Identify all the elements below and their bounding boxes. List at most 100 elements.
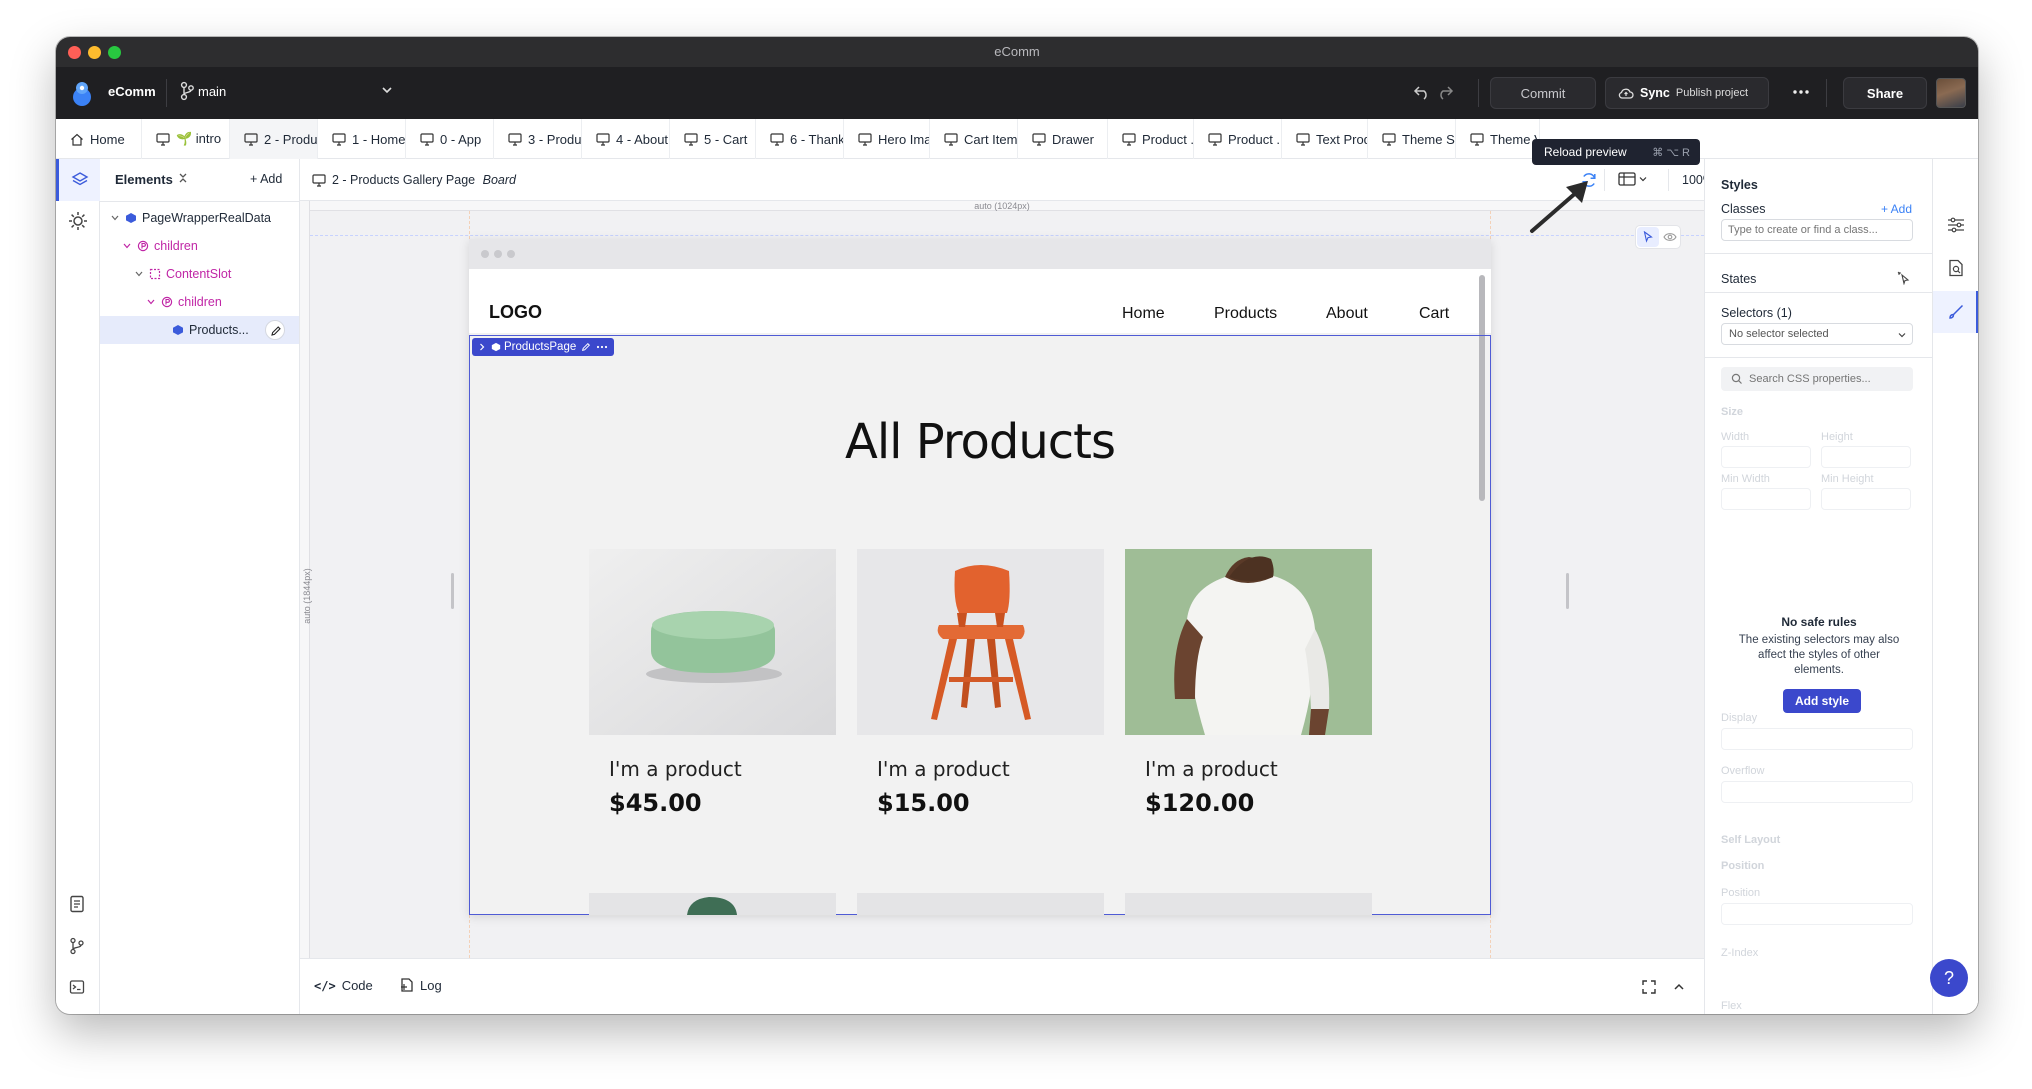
chevron-down-icon[interactable] (134, 269, 144, 279)
ghost-position-field (1721, 903, 1913, 925)
ghost-z-index-label: Z-Index (1721, 947, 1759, 959)
undo-icon[interactable] (1413, 83, 1431, 104)
cursor-click-icon[interactable] (1897, 271, 1911, 285)
add-class-button[interactable]: + Add (1881, 202, 1912, 216)
product-price: $15.00 (877, 789, 970, 817)
more-options-icon[interactable] (596, 342, 608, 352)
nav-link-about[interactable]: About (1326, 305, 1368, 323)
tab-12[interactable]: Product ... (1108, 119, 1194, 159)
chevron-down-icon[interactable] (146, 297, 156, 307)
pencil-icon[interactable] (581, 342, 591, 352)
select-mode-button[interactable] (1637, 227, 1659, 247)
tree-item-children[interactable]: children (100, 288, 299, 316)
branch-name[interactable]: main (198, 84, 226, 99)
code-tab[interactable]: </> Code (314, 978, 373, 993)
tab-8[interactable]: 6 - Thank ... (756, 119, 844, 159)
toolbar-divider (1604, 169, 1605, 191)
component-settings-icon[interactable] (66, 209, 90, 233)
user-avatar[interactable] (1936, 78, 1966, 108)
class-input[interactable] (1721, 219, 1913, 241)
product-image[interactable] (1125, 549, 1372, 735)
tree-item-pagewrapper[interactable]: PageWrapperRealData (100, 204, 299, 232)
terminal-icon[interactable] (69, 979, 85, 998)
tab-0[interactable]: Home (56, 119, 142, 159)
design-canvas[interactable]: auto (1024px) auto (1844px) LOGO Home Pr… (300, 201, 1704, 958)
css-search-input[interactable] (1749, 370, 1907, 388)
tab-label: 3 - Produ... (528, 131, 582, 147)
right-rail (1932, 159, 1978, 1014)
board-icon (508, 132, 522, 146)
component-icon (126, 213, 136, 223)
tree-item-products-selected[interactable]: Products... (100, 316, 299, 344)
annotation-arrow-icon (1530, 181, 1588, 233)
log-tab[interactable]: Log (400, 977, 442, 993)
tab-13[interactable]: Product ... (1194, 119, 1282, 159)
tab-4[interactable]: 0 - App (406, 119, 494, 159)
styles-tab[interactable] (1933, 291, 1978, 333)
chevron-down-icon[interactable] (122, 241, 132, 251)
tab-16[interactable]: Theme V... (1456, 119, 1540, 159)
branch-chevron-down-icon[interactable] (380, 83, 394, 100)
css-search-field[interactable] (1721, 367, 1913, 391)
tab-7[interactable]: 5 - Cart (670, 119, 756, 159)
tab-3[interactable]: 1 - Home ... (318, 119, 406, 159)
collapse-icon[interactable] (178, 171, 188, 188)
tooltip-shortcut: ⌘ ⌥ R (1652, 146, 1690, 159)
empty-state-text: The existing selectors may also affect t… (1738, 634, 1900, 676)
tab-1[interactable]: 🌱 intro (142, 119, 230, 159)
tab-9[interactable]: Hero Image (844, 119, 930, 159)
nav-link-home[interactable]: Home (1122, 305, 1165, 323)
ghost-min-width-field (1721, 488, 1811, 510)
sync-publish-button[interactable]: Sync Publish project (1605, 77, 1769, 109)
pages-icon[interactable] (69, 895, 85, 916)
eye-icon[interactable] (1663, 231, 1677, 243)
selector-dropdown[interactable]: No selector selected (1721, 323, 1913, 345)
document-search-icon[interactable] (1948, 259, 1964, 277)
sliders-icon[interactable] (1947, 217, 1965, 233)
nav-link-cart[interactable]: Cart (1419, 305, 1449, 323)
tab-11[interactable]: Drawer (1018, 119, 1108, 159)
resize-handle-right[interactable] (1566, 573, 1569, 609)
component-icon (491, 342, 501, 352)
board-icon (684, 132, 698, 146)
layout-toggle-button[interactable] (1618, 171, 1647, 187)
app-logo-icon[interactable] (68, 79, 96, 107)
tab-10[interactable]: Cart Item (930, 119, 1018, 159)
preview-frame[interactable]: LOGO Home Products About Cart ProductsPa… (469, 239, 1491, 915)
board-icon (596, 132, 610, 146)
commit-button[interactable]: Commit (1490, 77, 1596, 109)
layers-tab[interactable] (56, 159, 100, 201)
tab-2[interactable]: 2 - Produ... (230, 119, 318, 159)
tab-5[interactable]: 3 - Produ... (494, 119, 582, 159)
tree-item-children[interactable]: children (100, 232, 299, 260)
chevron-up-icon[interactable] (1672, 980, 1686, 994)
product-title[interactable]: I'm a product (1145, 757, 1278, 781)
ghost-overflow-field (1721, 781, 1913, 803)
nav-link-products[interactable]: Products (1214, 305, 1277, 323)
product-image[interactable] (589, 549, 836, 735)
redo-icon[interactable] (1436, 83, 1454, 104)
resize-handle-left[interactable] (451, 573, 454, 609)
project-name[interactable]: eComm (108, 84, 156, 99)
tab-14[interactable]: Text Prod... (1282, 119, 1368, 159)
product-image[interactable] (1125, 893, 1372, 915)
git-branch-icon[interactable] (69, 937, 85, 958)
product-image[interactable] (589, 893, 836, 915)
chevron-down-icon[interactable] (110, 213, 120, 223)
edit-component-button[interactable] (265, 320, 285, 340)
product-title[interactable]: I'm a product (609, 757, 742, 781)
selection-badge[interactable]: ProductsPage (472, 338, 615, 356)
share-button[interactable]: Share (1843, 77, 1927, 109)
add-style-button[interactable]: Add style (1783, 689, 1861, 713)
fullscreen-icon[interactable] (1641, 979, 1657, 995)
tab-6[interactable]: 4 - About... (582, 119, 670, 159)
tab-15[interactable]: Theme St... (1368, 119, 1456, 159)
add-element-button[interactable]: + Add (250, 172, 282, 186)
product-image[interactable] (857, 893, 1104, 915)
site-logo[interactable]: LOGO (489, 302, 542, 323)
help-button[interactable]: ? (1930, 959, 1968, 997)
tree-item-contentslot[interactable]: ContentSlot (100, 260, 299, 288)
product-title[interactable]: I'm a product (877, 757, 1010, 781)
product-image[interactable] (857, 549, 1104, 735)
more-options-icon[interactable] (1792, 82, 1810, 105)
